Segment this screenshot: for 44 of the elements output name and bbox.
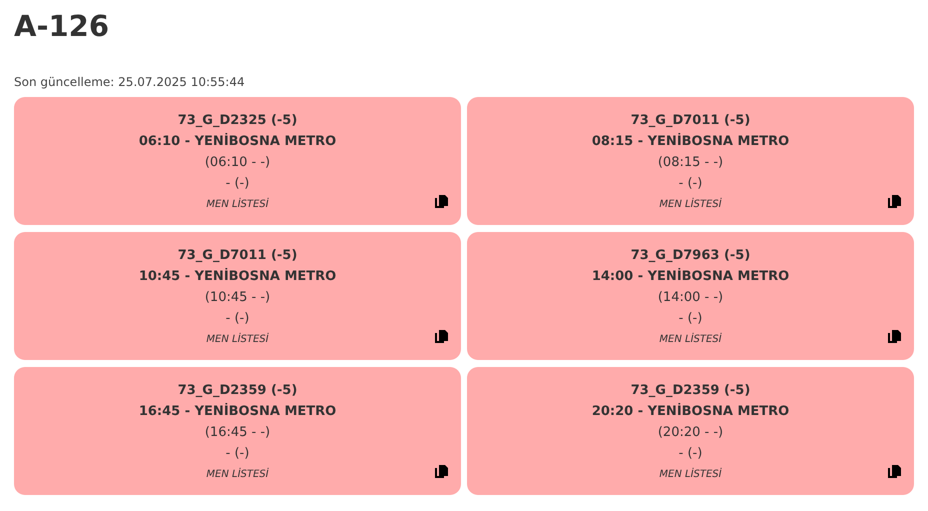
- list-link[interactable]: MEN LİSTESİ: [659, 464, 722, 486]
- trip-code: 73_G_D7011 (-5): [178, 247, 298, 265]
- time-range: (08:15 - -): [658, 154, 724, 172]
- copy-icon: [435, 465, 448, 478]
- copy-icon: [435, 195, 448, 208]
- list-link[interactable]: MEN LİSTESİ: [206, 194, 269, 216]
- time-range: (20:20 - -): [658, 424, 724, 442]
- departure-text: 20:20 - YENİBOSNA METRO: [592, 402, 790, 421]
- copy-button[interactable]: [888, 195, 901, 208]
- time-range: (14:00 - -): [658, 289, 724, 307]
- page-title: A-126: [14, 8, 110, 45]
- list-link[interactable]: MEN LİSTESİ: [206, 329, 269, 351]
- trip-code: 73_G_D7963 (-5): [630, 247, 750, 265]
- copy-icon: [888, 330, 901, 343]
- copy-button[interactable]: [435, 330, 448, 343]
- departure-text: 08:15 - YENİBOSNA METRO: [592, 132, 790, 151]
- trip-code: 73_G_D2325 (-5): [178, 112, 298, 130]
- time-range: (16:45 - -): [204, 424, 270, 442]
- list-link[interactable]: MEN LİSTESİ: [659, 329, 722, 351]
- departure-text: 10:45 - YENİBOSNA METRO: [138, 267, 336, 286]
- departure-text: 06:10 - YENİBOSNA METRO: [138, 132, 336, 151]
- trip-detail: - (-): [678, 175, 702, 193]
- trip-code: 73_G_D7011 (-5): [630, 112, 750, 130]
- copy-icon: [888, 465, 901, 478]
- trip-detail: - (-): [226, 175, 250, 193]
- copy-icon: [435, 330, 448, 343]
- time-range: (10:45 - -): [204, 289, 270, 307]
- trip-code: 73_G_D2359 (-5): [630, 382, 750, 400]
- copy-button[interactable]: [435, 465, 448, 478]
- trip-code: 73_G_D2359 (-5): [178, 382, 298, 400]
- trip-detail: - (-): [678, 445, 702, 463]
- trip-detail: - (-): [226, 445, 250, 463]
- time-range: (06:10 - -): [204, 154, 270, 172]
- list-link[interactable]: MEN LİSTESİ: [659, 194, 722, 216]
- trip-detail: - (-): [226, 310, 250, 328]
- list-link[interactable]: MEN LİSTESİ: [206, 464, 269, 486]
- last-update-text: Son güncelleme: 25.07.2025 10:55:44: [14, 74, 246, 90]
- departure-text: 16:45 - YENİBOSNA METRO: [138, 402, 336, 421]
- copy-button[interactable]: [435, 195, 448, 208]
- copy-button[interactable]: [888, 465, 901, 478]
- copy-icon: [888, 195, 901, 208]
- copy-button[interactable]: [888, 330, 901, 343]
- trip-detail: - (-): [678, 310, 702, 328]
- departure-text: 14:00 - YENİBOSNA METRO: [592, 267, 790, 286]
